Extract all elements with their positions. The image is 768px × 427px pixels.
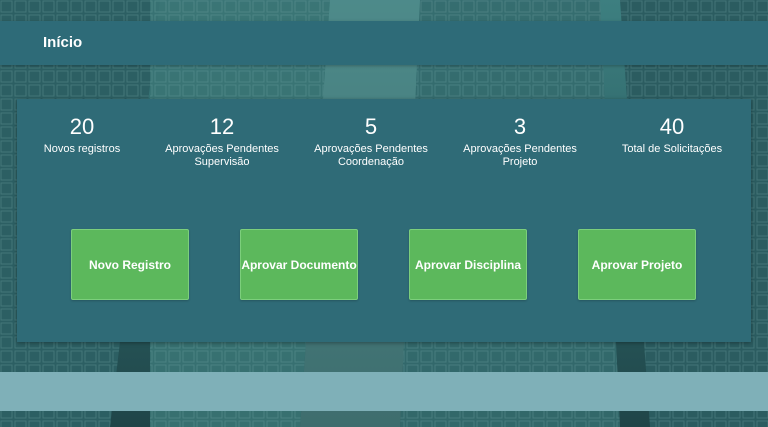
stat-value: 20 xyxy=(69,114,95,139)
stat-total-solicitacoes: 40 Total de Solicitações xyxy=(597,113,747,156)
stat-aprovacoes-coordenacao: 5 Aprovações Pendentes Coordenação xyxy=(296,113,446,169)
stat-novos-registros: 20 Novos registros xyxy=(7,113,157,156)
dashboard-panel: 20 Novos registros 12 Aprovações Pendent… xyxy=(17,99,751,342)
app-screen: Início 20 Novos registros 12 Aprovações … xyxy=(0,0,768,427)
header-bar: Início xyxy=(0,21,768,65)
aprovar-documento-button[interactable]: Aprovar Documento xyxy=(240,229,358,300)
stat-aprovacoes-projeto: 3 Aprovações Pendentes Projeto xyxy=(445,113,595,169)
aprovar-disciplina-button[interactable]: Aprovar Disciplina xyxy=(409,229,527,300)
stat-value: 40 xyxy=(659,114,685,139)
novo-registro-button[interactable]: Novo Registro xyxy=(71,229,189,300)
stat-label: Novos registros xyxy=(43,143,121,155)
stat-label: Total de Solicitações xyxy=(621,143,723,155)
aprovar-projeto-button[interactable]: Aprovar Projeto xyxy=(578,229,696,300)
page-title: Início xyxy=(43,34,83,51)
stat-aprovacoes-supervisao: 12 Aprovações Pendentes Supervisão xyxy=(147,113,297,169)
stat-label: Aprovações Pendentes Projeto xyxy=(463,143,577,168)
stat-label: Aprovações Pendentes Coordenação xyxy=(314,143,428,168)
stat-label: Aprovações Pendentes Supervisão xyxy=(165,143,279,168)
stat-value: 12 xyxy=(209,114,235,139)
stat-value: 5 xyxy=(364,114,378,139)
stat-value: 3 xyxy=(513,114,527,139)
footer-bar xyxy=(0,372,768,411)
